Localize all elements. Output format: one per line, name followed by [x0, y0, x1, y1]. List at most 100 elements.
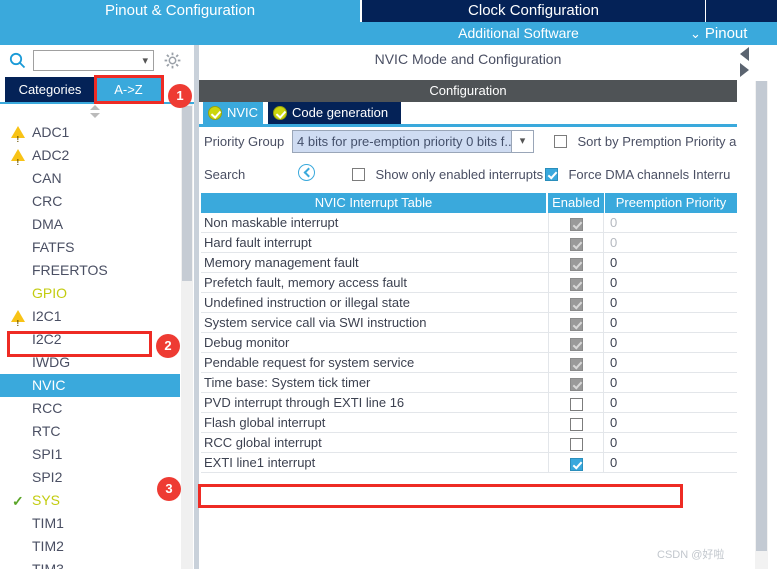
show-only-enabled-checkbox-row[interactable]: Show only enabled interrupts: [352, 166, 543, 184]
preemption-priority-cell[interactable]: 0: [605, 413, 735, 433]
sidebar-scrollbar-thumb[interactable]: [182, 106, 192, 281]
arrow-left-icon[interactable]: [740, 47, 749, 61]
enabled-checkbox[interactable]: [569, 437, 583, 451]
search-input[interactable]: ▾: [33, 50, 154, 71]
table-scrollbar-thumb[interactable]: [756, 81, 767, 551]
sidebar-item-rtc[interactable]: RTC: [0, 420, 180, 443]
sidebar-item-tim2[interactable]: TIM2: [0, 535, 180, 558]
enabled-checkbox[interactable]: [569, 397, 583, 411]
preemption-priority-cell[interactable]: 0: [605, 253, 735, 273]
enabled-cell[interactable]: [548, 313, 604, 333]
chevron-down-icon[interactable]: ▾: [511, 131, 533, 152]
tab-clock-configuration[interactable]: Clock Configuration: [362, 0, 705, 22]
enabled-cell[interactable]: [548, 253, 604, 273]
scroll-down-icon[interactable]: [90, 113, 100, 118]
tab-additional-software[interactable]: Additional Software: [362, 22, 675, 45]
tab-nvic[interactable]: NVIC: [203, 102, 263, 124]
tab-code-generation[interactable]: Code generation: [268, 102, 401, 124]
table-row[interactable]: Debug monitor 0: [201, 333, 737, 353]
enabled-checkbox: [569, 297, 583, 311]
enabled-cell[interactable]: [548, 293, 604, 313]
force-dma-checkbox[interactable]: [545, 168, 558, 182]
preemption-priority-cell[interactable]: 0: [605, 273, 735, 293]
nvic-configuration-panel: NVIC Mode and Configuration Configuratio…: [199, 45, 777, 569]
enabled-cell[interactable]: [548, 453, 604, 473]
enabled-cell[interactable]: [548, 233, 604, 253]
table-row[interactable]: Memory management fault 0: [201, 253, 737, 273]
sidebar-item-iwdg[interactable]: IWDG: [0, 351, 180, 374]
enabled-checkbox[interactable]: [569, 457, 583, 471]
preemption-priority-cell[interactable]: 0: [605, 393, 735, 413]
tab-a-to-z[interactable]: A->Z: [95, 77, 162, 102]
sidebar-item-spi2[interactable]: SPI2: [0, 466, 180, 489]
enabled-cell[interactable]: [548, 373, 604, 393]
sidebar-item-sys[interactable]: ✓ SYS: [0, 489, 180, 512]
preemption-priority-cell[interactable]: 0: [605, 333, 735, 353]
force-dma-checkbox-row[interactable]: Force DMA channels Interru: [545, 166, 730, 184]
preemption-priority-cell[interactable]: 0: [605, 373, 735, 393]
tab-categories[interactable]: Categories: [5, 77, 95, 102]
preemption-priority-cell[interactable]: 0: [605, 293, 735, 313]
pinout-menu-button[interactable]: ⌄ Pinout: [690, 22, 747, 45]
back-circle-icon[interactable]: [298, 164, 315, 181]
sidebar-item-dma[interactable]: DMA: [0, 213, 180, 236]
panel-collapse-arrows[interactable]: [737, 45, 753, 81]
sidebar-item-spi1[interactable]: SPI1: [0, 443, 180, 466]
show-only-enabled-checkbox[interactable]: [352, 168, 365, 182]
enabled-cell[interactable]: [548, 333, 604, 353]
table-scrollbar[interactable]: [755, 81, 768, 569]
column-header-enabled[interactable]: Enabled: [548, 193, 604, 213]
table-row[interactable]: Undefined instruction or illegal state 0: [201, 293, 737, 313]
table-row[interactable]: Pendable request for system service 0: [201, 353, 737, 373]
enabled-cell[interactable]: [548, 433, 604, 453]
sidebar-item-crc[interactable]: CRC: [0, 190, 180, 213]
preemption-priority-cell[interactable]: 0: [605, 313, 735, 333]
arrow-right-icon[interactable]: [740, 63, 749, 77]
sort-by-preemption-checkbox-row[interactable]: Sort by Premption Priority a: [554, 133, 736, 151]
column-header-name[interactable]: NVIC Interrupt Table: [201, 193, 546, 213]
sidebar-item-freertos[interactable]: FREERTOS: [0, 259, 180, 282]
table-row[interactable]: EXTI line1 interrupt 0: [201, 453, 737, 473]
sidebar-item-tim3[interactable]: TIM3: [0, 558, 180, 569]
preemption-priority-cell[interactable]: 0: [605, 233, 735, 253]
sidebar-item-label: I2C2: [32, 331, 62, 347]
sidebar-scrollbar[interactable]: [181, 104, 193, 569]
enabled-checkbox[interactable]: [569, 417, 583, 431]
sidebar-item-i2c2[interactable]: I2C2: [0, 328, 180, 351]
preemption-priority-cell[interactable]: 0: [605, 453, 735, 473]
interrupt-name-cell: Time base: System tick timer: [204, 375, 371, 390]
enabled-cell[interactable]: [548, 393, 604, 413]
sidebar-item-adc2[interactable]: ADC2: [0, 144, 180, 174]
column-header-preemption-priority[interactable]: Preemption Priority: [605, 193, 737, 213]
chevron-down-icon: ⌄: [690, 26, 701, 41]
tab-pinout-configuration[interactable]: Pinout & Configuration: [0, 0, 360, 22]
preemption-priority-cell[interactable]: 0: [605, 213, 735, 233]
sidebar-item-rcc[interactable]: RCC: [0, 397, 180, 420]
table-row[interactable]: System service call via SWI instruction 0: [201, 313, 737, 333]
table-row[interactable]: RCC global interrupt 0: [201, 433, 737, 453]
chevron-down-icon[interactable]: ▾: [142, 55, 148, 67]
priority-group-select[interactable]: 4 bits for pre-emption priority 0 bits f…: [292, 130, 534, 153]
enabled-cell[interactable]: [548, 353, 604, 373]
sidebar-item-can[interactable]: CAN: [0, 167, 180, 190]
enabled-cell[interactable]: [548, 213, 604, 233]
gear-icon[interactable]: [163, 51, 182, 70]
table-row[interactable]: PVD interrupt through EXTI line 16 0: [201, 393, 737, 413]
sidebar-item-i2c1[interactable]: I2C1: [0, 305, 180, 335]
table-row[interactable]: Flash global interrupt 0: [201, 413, 737, 433]
table-row[interactable]: Time base: System tick timer 0: [201, 373, 737, 393]
sidebar-item-adc1[interactable]: ADC1: [0, 121, 180, 151]
enabled-cell[interactable]: [548, 413, 604, 433]
enabled-cell[interactable]: [548, 273, 604, 293]
table-row[interactable]: Non maskable interrupt 0: [201, 213, 737, 233]
table-row[interactable]: Prefetch fault, memory access fault 0: [201, 273, 737, 293]
sidebar-item-fatfs[interactable]: FATFS: [0, 236, 180, 259]
sidebar-item-nvic[interactable]: NVIC: [0, 374, 180, 397]
sidebar-item-gpio[interactable]: GPIO: [0, 282, 180, 305]
preemption-priority-cell[interactable]: 0: [605, 433, 735, 453]
scroll-up-icon[interactable]: [90, 105, 100, 110]
sort-by-preemption-checkbox[interactable]: [554, 135, 567, 149]
preemption-priority-cell[interactable]: 0: [605, 353, 735, 373]
sidebar-item-tim1[interactable]: TIM1: [0, 512, 180, 535]
table-row[interactable]: Hard fault interrupt 0: [201, 233, 737, 253]
